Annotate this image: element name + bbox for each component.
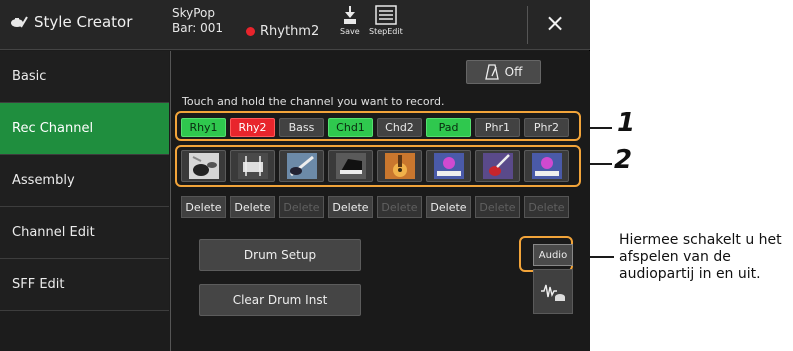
metronome-icon [484, 64, 499, 80]
piano-icon [335, 153, 366, 179]
style-name: SkyPop [172, 6, 216, 20]
callout-2-number: 2 [614, 145, 633, 175]
channel-button-pad[interactable]: Pad [426, 118, 471, 137]
instrument-row [181, 150, 569, 182]
drum-setup-button[interactable]: Drum Setup [199, 239, 361, 271]
synth-pad-icon [531, 153, 562, 179]
sidebar-item-assembly[interactable]: Assembly [0, 155, 169, 207]
save-button[interactable]: Save [340, 5, 360, 36]
drum-kit-icon [237, 153, 268, 179]
delete-button-bass: Delete [279, 196, 324, 218]
callout-2-line [582, 163, 612, 165]
electric-bass-icon [286, 153, 317, 179]
instrument-button-rhy1[interactable] [181, 150, 226, 182]
delete-button-pad[interactable]: Delete [426, 196, 471, 218]
channel-button-rhy1[interactable]: Rhy1 [181, 118, 226, 137]
channel-button-chd2[interactable]: Chd2 [377, 118, 422, 137]
sidebar-item-channel-edit[interactable]: Channel Edit [0, 207, 169, 259]
app-title-text: Style Creator [34, 13, 133, 31]
delete-button-phr1: Delete [475, 196, 520, 218]
sidebar: Basic Rec Channel Assembly Channel Edit … [0, 51, 169, 351]
header-divider [527, 6, 528, 44]
channel-button-bass[interactable]: Bass [279, 118, 324, 137]
stepedit-button[interactable]: StepEdit [369, 5, 403, 36]
delete-button-rhy1[interactable]: Delete [181, 196, 226, 218]
delete-button-chd2: Delete [377, 196, 422, 218]
record-dot-icon [246, 27, 255, 36]
instrument-button-rhy2[interactable] [230, 150, 275, 182]
channel-button-chd1[interactable]: Chd1 [328, 118, 373, 137]
instrument-button-phr2[interactable] [524, 150, 569, 182]
delete-button-phr2: Delete [524, 196, 569, 218]
audio-toggle-button[interactable]: Audio [533, 244, 573, 266]
rec-channel-label: Rhythm2 [260, 24, 320, 39]
instrument-button-pad[interactable] [426, 150, 471, 182]
app-title: Style Creator [10, 13, 132, 31]
channel-button-phr2[interactable]: Phr2 [524, 118, 569, 137]
style-creator-icon [11, 16, 28, 28]
audio-settings-button[interactable] [533, 269, 573, 314]
style-info: SkyPop Bar: 001 [172, 6, 223, 36]
sidebar-item-rec-channel[interactable]: Rec Channel [0, 103, 169, 155]
channel-button-row: Rhy1 Rhy2 Bass Chd1 Chd2 Pad Phr1 Phr2 [181, 118, 569, 137]
callout-1-number: 1 [617, 108, 636, 138]
channel-button-rhy2[interactable]: Rhy2 [230, 118, 275, 137]
clear-drum-inst-button[interactable]: Clear Drum Inst [199, 284, 361, 316]
style-creator-screen: Style Creator SkyPop Bar: 001 Rhythm2 Sa… [0, 0, 590, 351]
save-icon [343, 6, 356, 24]
drum-kit-icon [188, 153, 219, 179]
sidebar-item-basic[interactable]: Basic [0, 51, 169, 103]
audio-callout-line [576, 256, 614, 258]
instrument-button-chd1[interactable] [328, 150, 373, 182]
delete-button-rhy2[interactable]: Delete [230, 196, 275, 218]
electric-guitar-icon [482, 153, 513, 179]
sidebar-item-sff-edit[interactable]: SFF Edit [0, 259, 169, 311]
channel-button-phr1[interactable]: Phr1 [475, 118, 520, 137]
rec-channel-indicator: Rhythm2 [246, 24, 319, 39]
delete-button-row: Delete Delete Delete Delete Delete Delet… [181, 196, 569, 218]
stepedit-label: StepEdit [369, 27, 403, 36]
save-label: Save [340, 27, 360, 36]
metronome-label: Off [504, 65, 523, 79]
acoustic-guitar-icon [384, 153, 415, 179]
instrument-button-phr1[interactable] [475, 150, 520, 182]
list-icon [375, 5, 397, 25]
callout-1-line [582, 127, 612, 129]
audio-waveform-icon [541, 284, 565, 301]
audio-callout-note: Hiermee schakelt u het afspelen van de a… [619, 232, 782, 282]
instrument-button-bass[interactable] [279, 150, 324, 182]
close-button[interactable]: × [545, 10, 565, 36]
top-bar: Style Creator SkyPop Bar: 001 Rhythm2 Sa… [0, 0, 590, 50]
synth-pad-icon [433, 153, 464, 179]
metronome-toggle-button[interactable]: Off [466, 60, 541, 84]
bar-counter: Bar: 001 [172, 21, 224, 35]
instruction-text: Touch and hold the channel you want to r… [182, 95, 445, 108]
instrument-button-chd2[interactable] [377, 150, 422, 182]
main-panel: Off Touch and hold the channel you want … [170, 51, 590, 351]
delete-button-chd1[interactable]: Delete [328, 196, 373, 218]
